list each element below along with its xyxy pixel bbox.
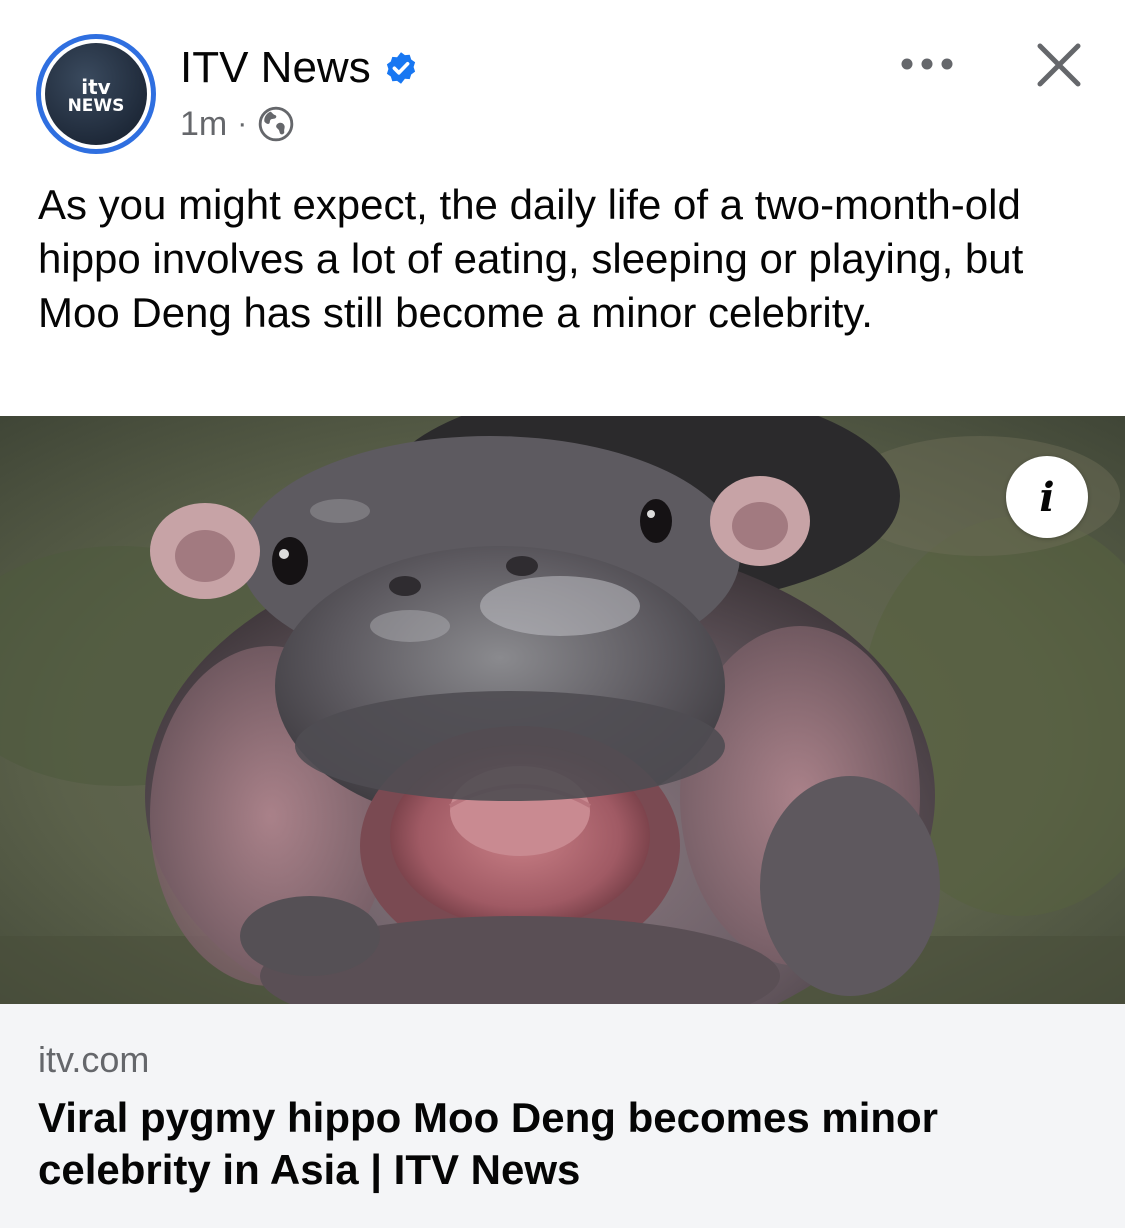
link-preview-footer[interactable]: itv.com Viral pygmy hippo Moo Deng becom… — [0, 1004, 1125, 1228]
close-button[interactable] — [1026, 32, 1092, 98]
facebook-post: itv NEWS ITV News 1m · As you might expe… — [0, 0, 1125, 1228]
close-icon — [1037, 43, 1081, 87]
post-caption: As you might expect, the daily life of a… — [38, 181, 1024, 336]
page-name-row: ITV News — [180, 42, 419, 94]
more-horizontal-icon — [901, 58, 953, 70]
post-timestamp[interactable]: 1m — [180, 105, 227, 144]
avatar-logo-top: itv — [81, 75, 111, 99]
verified-badge-icon — [386, 52, 415, 84]
itv-news-logo: itv NEWS — [45, 43, 147, 145]
hippo-photo — [0, 416, 1125, 1004]
info-button[interactable]: i — [1006, 456, 1088, 538]
link-preview-image[interactable] — [0, 416, 1125, 1004]
link-domain: itv.com — [38, 1039, 150, 1080]
link-title[interactable]: Viral pygmy hippo Moo Deng becomes minor… — [38, 1092, 1078, 1196]
globe-icon[interactable] — [257, 105, 295, 143]
more-options-button[interactable] — [896, 40, 958, 88]
meta-separator: · — [237, 107, 248, 140]
info-icon: i — [1039, 473, 1055, 521]
post-meta: 1m · — [180, 102, 295, 146]
page-avatar[interactable]: itv NEWS — [36, 34, 156, 154]
avatar-logo-bottom: NEWS — [67, 96, 125, 116]
page-name[interactable]: ITV News — [180, 42, 371, 94]
